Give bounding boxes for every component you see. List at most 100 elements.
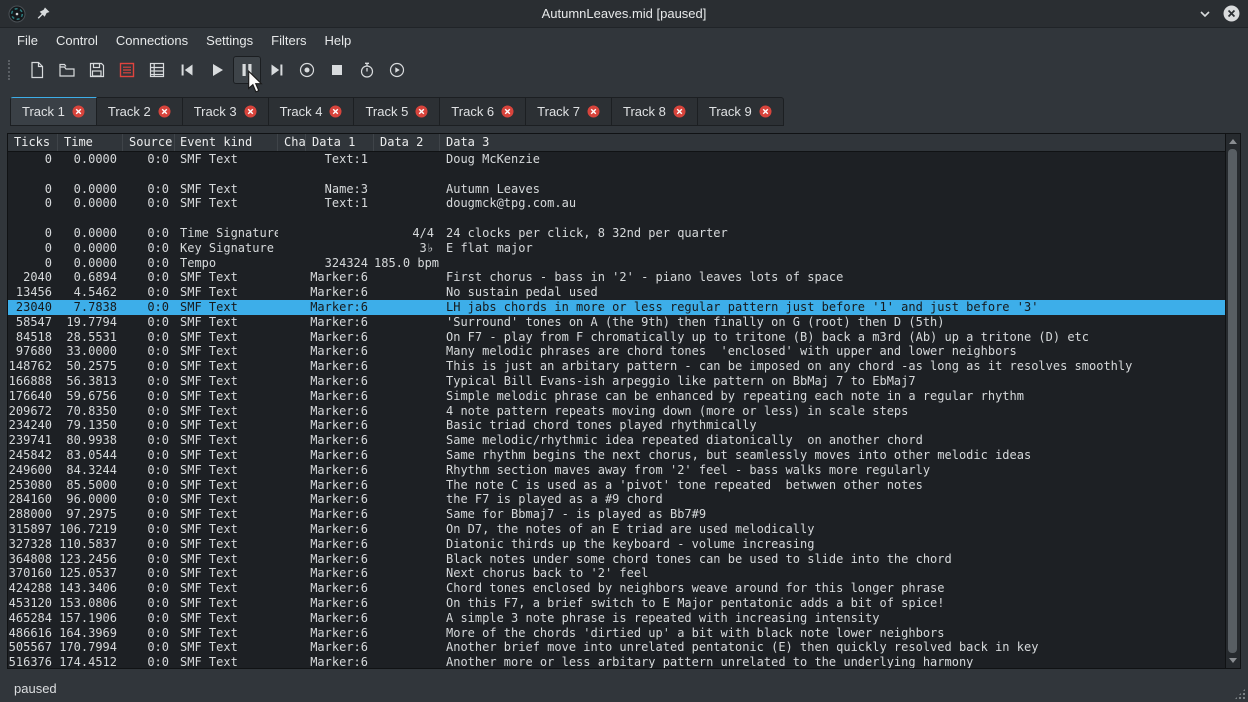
pin-icon[interactable]: [34, 5, 52, 23]
event-row[interactable]: 14876250.25750:0SMF TextMarker:6This is …: [8, 359, 1225, 374]
tab-track-8[interactable]: Track 8: [612, 97, 698, 126]
event-row[interactable]: 453120153.08060:0SMF TextMarker:6On this…: [8, 596, 1225, 611]
tab-track-3[interactable]: Track 3: [183, 97, 269, 126]
event-row[interactable]: 20400.68940:0SMF TextMarker:6First choru…: [8, 270, 1225, 285]
skip-backward-icon[interactable]: [173, 56, 201, 84]
chevron-down-icon[interactable]: [1196, 5, 1214, 23]
tab-close-icon[interactable]: [158, 105, 171, 118]
menu-control[interactable]: Control: [47, 30, 107, 51]
play-icon[interactable]: [203, 56, 231, 84]
event-row[interactable]: 134564.54620:0SMF TextMarker:6No sustain…: [8, 285, 1225, 300]
event-row[interactable]: 370160125.05370:0SMF TextMarker:6Next ch…: [8, 566, 1225, 581]
event-row[interactable]: 8451828.55310:0SMF TextMarker:6On F7 - p…: [8, 330, 1225, 345]
tab-close-icon[interactable]: [415, 105, 428, 118]
cell-event-kind: SMF Text: [175, 300, 278, 315]
tab-track-7[interactable]: Track 7: [526, 97, 612, 126]
column-header-source[interactable]: Source: [123, 134, 175, 151]
event-row[interactable]: 00.00000:0Time Signature4/424 clocks per…: [8, 226, 1225, 241]
event-row[interactable]: 364808123.24560:0SMF TextMarker:6Black n…: [8, 552, 1225, 567]
toolbar-drag-handle[interactable]: [8, 60, 15, 80]
tab-label: Track 4: [280, 104, 323, 119]
column-header-time[interactable]: Time: [58, 134, 123, 151]
event-row[interactable]: 505567170.79940:0SMF TextMarker:6Another…: [8, 640, 1225, 655]
cell-data1: Marker:6: [306, 552, 374, 567]
column-header-ticks[interactable]: Ticks: [8, 134, 58, 151]
tab-close-icon[interactable]: [587, 105, 600, 118]
event-row[interactable]: 28800097.29750:0SMF TextMarker:6Same for…: [8, 507, 1225, 522]
track-list-icon[interactable]: [143, 56, 171, 84]
menu-file[interactable]: File: [8, 30, 47, 51]
stop-icon[interactable]: [323, 56, 351, 84]
event-row[interactable]: 28416096.00000:0SMF TextMarker:6the F7 i…: [8, 492, 1225, 507]
tab-close-icon[interactable]: [72, 105, 85, 118]
tab-close-icon[interactable]: [673, 105, 686, 118]
event-row[interactable]: [8, 211, 1225, 226]
event-row[interactable]: 486616164.39690:0SMF TextMarker:6More of…: [8, 626, 1225, 641]
column-header-data-2[interactable]: Data 2: [374, 134, 440, 151]
column-header-data-1[interactable]: Data 1: [306, 134, 374, 151]
open-file-icon[interactable]: [53, 56, 81, 84]
tab-close-icon[interactable]: [759, 105, 772, 118]
tab-close-icon[interactable]: [244, 105, 257, 118]
tab-track-9[interactable]: Track 9: [698, 97, 784, 126]
column-header-event-kind[interactable]: Event kind: [175, 134, 278, 151]
window-title: AutumnLeaves.mid [paused]: [0, 6, 1248, 21]
event-row[interactable]: 315897106.72190:0SMF TextMarker:6On D7, …: [8, 522, 1225, 537]
menu-filters[interactable]: Filters: [262, 30, 315, 51]
tab-track-4[interactable]: Track 4: [269, 97, 355, 126]
cell-source: 0:0: [123, 196, 175, 211]
cell-event-kind: Time Signature: [175, 226, 278, 241]
event-row[interactable]: 9768033.00000:0SMF TextMarker:6Many melo…: [8, 344, 1225, 359]
resize-grip[interactable]: [1234, 688, 1246, 700]
pause-icon[interactable]: [233, 56, 261, 84]
menu-settings[interactable]: Settings: [197, 30, 262, 51]
vertical-scrollbar[interactable]: [1225, 134, 1240, 668]
cell-chan: [278, 418, 306, 433]
loop-icon[interactable]: [383, 56, 411, 84]
event-row[interactable]: 00.00000:0Tempo324324185.0 bpm: [8, 256, 1225, 271]
cell-time: 96.0000: [58, 492, 123, 507]
scrollbar-thumb[interactable]: [1228, 149, 1237, 653]
event-row[interactable]: 23424079.13500:0SMF TextMarker:6Basic tr…: [8, 418, 1225, 433]
tab-track-1[interactable]: Track 1: [10, 97, 97, 126]
event-row[interactable]: 00.00000:0SMF TextText:1dougmck@tpg.com.…: [8, 196, 1225, 211]
event-row[interactable]: 424288143.34060:0SMF TextMarker:6Chord t…: [8, 581, 1225, 596]
event-row[interactable]: 00.00000:0Key Signature3♭E flat major: [8, 241, 1225, 256]
menu-connections[interactable]: Connections: [107, 30, 197, 51]
menu-help[interactable]: Help: [316, 30, 361, 51]
cell-data3: dougmck@tpg.com.au: [440, 196, 1225, 211]
cell-data2: [374, 507, 440, 522]
tab-close-icon[interactable]: [329, 105, 342, 118]
event-row[interactable]: 00.00000:0SMF TextText:1Doug McKenzie: [8, 152, 1225, 167]
scrollbar-up-arrow[interactable]: [1229, 139, 1237, 144]
event-list-icon[interactable]: [113, 56, 141, 84]
event-row[interactable]: 5854719.77940:0SMF TextMarker:6'Surround…: [8, 315, 1225, 330]
column-header-data-3[interactable]: Data 3: [440, 134, 1225, 151]
tab-track-6[interactable]: Track 6: [440, 97, 526, 126]
cell-time: 70.8350: [58, 404, 123, 419]
event-row[interactable]: 17664059.67560:0SMF TextMarker:6Simple m…: [8, 389, 1225, 404]
tab-close-icon[interactable]: [501, 105, 514, 118]
event-row[interactable]: 516376174.45120:0SMF TextMarker:6Another…: [8, 655, 1225, 668]
event-row[interactable]: 230407.78380:0SMF TextMarker:6LH jabs ch…: [8, 300, 1225, 315]
tab-track-5[interactable]: Track 5: [354, 97, 440, 126]
new-file-icon[interactable]: [23, 56, 51, 84]
event-row[interactable]: 24960084.32440:0SMF TextMarker:6Rhythm s…: [8, 463, 1225, 478]
close-icon[interactable]: [1222, 5, 1240, 23]
event-row[interactable]: 327328110.58370:0SMF TextMarker:6Diatoni…: [8, 537, 1225, 552]
column-header-chan[interactable]: Chan: [278, 134, 306, 151]
event-row[interactable]: [8, 167, 1225, 182]
save-file-icon[interactable]: [83, 56, 111, 84]
skip-forward-icon[interactable]: [263, 56, 291, 84]
event-row[interactable]: 00.00000:0SMF TextName:3Autumn Leaves: [8, 182, 1225, 197]
record-icon[interactable]: [293, 56, 321, 84]
event-row[interactable]: 16688856.38130:0SMF TextMarker:6Typical …: [8, 374, 1225, 389]
event-row[interactable]: 465284157.19060:0SMF TextMarker:6A simpl…: [8, 611, 1225, 626]
event-row[interactable]: 24584283.05440:0SMF TextMarker:6Same rhy…: [8, 448, 1225, 463]
timer-icon[interactable]: [353, 56, 381, 84]
event-row[interactable]: 25308085.50000:0SMF TextMarker:6The note…: [8, 478, 1225, 493]
scrollbar-down-arrow[interactable]: [1229, 658, 1237, 663]
event-row[interactable]: 20967270.83500:0SMF TextMarker:64 note p…: [8, 404, 1225, 419]
event-row[interactable]: 23974180.99380:0SMF TextMarker:6Same mel…: [8, 433, 1225, 448]
tab-track-2[interactable]: Track 2: [97, 97, 183, 126]
